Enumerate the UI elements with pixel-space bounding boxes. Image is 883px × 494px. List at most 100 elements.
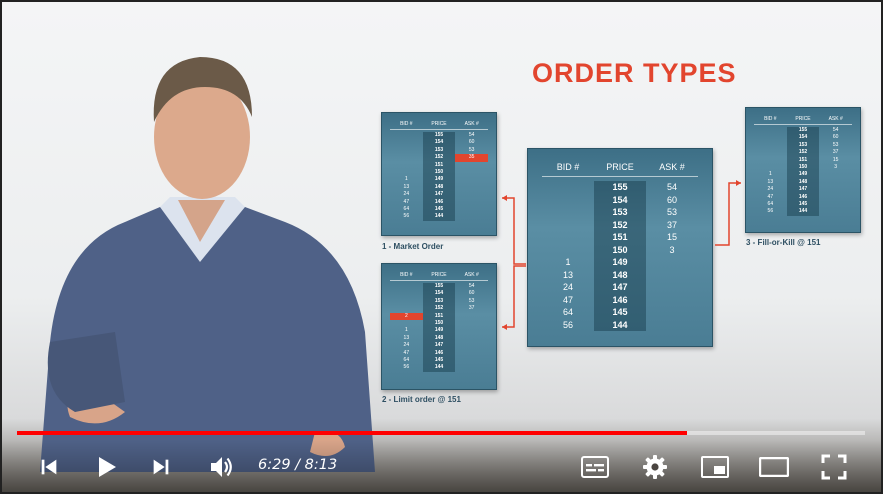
- book-row: 150 3: [542, 243, 698, 257]
- ask-cell: [455, 342, 488, 349]
- fullscreen-icon[interactable]: [818, 451, 850, 483]
- bid-cell: 64: [767, 200, 774, 207]
- arrow-to-market-order: [502, 195, 526, 265]
- book-row: 24 147: [390, 342, 488, 350]
- limit-order-book: BID # PRICE ASK # 155 54 154 60 153 53 152 37 2 1…: [381, 263, 497, 390]
- presenter-image: [40, 57, 375, 472]
- book-rows: 155 54 154 60 153 53 152 35 151 150 1 149 13 148 24 147…: [390, 132, 489, 221]
- slide-title: ORDER TYPES: [532, 58, 737, 88]
- price-cell: 145: [422, 205, 456, 214]
- price-cell: 147: [594, 281, 646, 294]
- bid-cell: [542, 219, 594, 232]
- book-row: 24 147: [754, 186, 852, 194]
- book-row: 2 151: [390, 312, 488, 320]
- ask-cell: 3: [669, 244, 675, 255]
- bid-cell: 24: [767, 186, 774, 193]
- price-cell: 155: [422, 283, 456, 291]
- ask-cell: [646, 281, 698, 294]
- ask-cell: [819, 194, 852, 201]
- play-icon[interactable]: [93, 453, 121, 481]
- ask-cell: 54: [832, 127, 839, 133]
- book-row: 1 149: [390, 327, 488, 335]
- bid-cell: 47: [403, 349, 410, 356]
- book-row: 47 146: [390, 349, 488, 357]
- ask-cell: [455, 335, 488, 342]
- book-row: 13 148: [754, 178, 852, 187]
- ask-cell: [455, 357, 488, 364]
- bid-cell: [754, 142, 787, 149]
- price-cell: 148: [422, 183, 456, 192]
- price-cell: 151: [422, 161, 456, 169]
- price-cell: 152: [422, 154, 456, 162]
- ask-cell: [646, 294, 698, 307]
- bid-cell: [390, 320, 423, 327]
- ask-cell: 53: [468, 146, 475, 153]
- ask-cell: [455, 184, 488, 191]
- book-row: 64 145: [542, 306, 698, 319]
- book-rows: 155 54 154 60 153 53 152 37 151 15 150 3 1 149 13 148 24…: [754, 127, 852, 216]
- video-frame[interactable]: ORDER TYPES BID # PRICE ASK # 155 54 154 60…: [2, 2, 881, 492]
- bid-header: BID #: [400, 121, 413, 127]
- bid-cell: 64: [403, 205, 410, 212]
- book-row: 151 15: [542, 231, 698, 244]
- price-header: PRICE: [431, 121, 447, 127]
- price-cell: 145: [786, 200, 820, 209]
- bid-cell: 1: [768, 171, 772, 178]
- subtitles-icon[interactable]: [579, 452, 611, 482]
- ask-cell: 3: [834, 163, 838, 170]
- ask-cell: [455, 213, 488, 220]
- book-row: 13 148: [542, 268, 698, 281]
- price-cell: 145: [594, 306, 646, 319]
- skip-previous-icon[interactable]: [36, 454, 62, 480]
- bid-cell: 1: [565, 257, 571, 267]
- book-row: 1 149: [390, 176, 488, 184]
- price-cell: 153: [786, 141, 820, 150]
- book-row: 152 37: [542, 218, 698, 232]
- bid-cell: 24: [403, 342, 410, 349]
- ask-cell: [819, 201, 852, 208]
- price-cell: 152: [786, 149, 820, 157]
- price-cell: 153: [422, 297, 456, 306]
- bid-cell: [754, 164, 787, 171]
- book-row: 154 60: [390, 290, 488, 298]
- bid-cell: [754, 157, 787, 164]
- theater-mode-icon[interactable]: [757, 452, 791, 482]
- ask-cell: [455, 191, 488, 198]
- book-rows: 155 54 154 60 153 53 152 37 2 151 150 1 149 13 148 24 14…: [390, 283, 488, 372]
- ask-cell: [646, 319, 698, 332]
- bid-cell: [542, 181, 594, 194]
- ask-cell: 53: [666, 207, 677, 217]
- ask-cell: 53: [832, 141, 839, 148]
- ask-cell: [819, 179, 852, 186]
- volume-icon[interactable]: [206, 452, 236, 482]
- book-row: 150: [390, 168, 488, 177]
- ask-cell: [455, 206, 488, 213]
- price-cell: 146: [422, 349, 456, 357]
- bid-cell: 13: [767, 178, 774, 185]
- gear-icon[interactable]: [639, 451, 671, 483]
- bid-cell: [542, 194, 594, 207]
- book-header: BID # PRICE ASK #: [542, 159, 698, 177]
- progress-bar[interactable]: [17, 431, 865, 435]
- ask-cell: [455, 327, 488, 334]
- time-display: 6:29 / 8:13: [258, 457, 338, 473]
- ask-cell: [455, 176, 488, 183]
- ask-cell: 35: [455, 154, 489, 162]
- price-cell: 149: [594, 256, 646, 269]
- book-row: 13 148: [390, 183, 488, 192]
- bid-cell: [390, 147, 423, 154]
- book-row: 155 54: [542, 181, 698, 194]
- bid-header: BID #: [764, 116, 777, 122]
- bid-cell: 24: [403, 191, 410, 198]
- bid-cell: [542, 244, 594, 257]
- ask-cell: [819, 208, 852, 215]
- bid-cell: 56: [403, 364, 410, 371]
- bid-cell: 56: [562, 319, 573, 330]
- miniplayer-icon[interactable]: [699, 452, 731, 482]
- market-order-caption: 1 - Market Order: [382, 242, 444, 251]
- skip-next-icon[interactable]: [148, 454, 174, 480]
- price-cell: 150: [422, 168, 456, 177]
- ask-cell: 60: [468, 139, 475, 146]
- price-cell: 155: [594, 181, 646, 194]
- ask-cell: 15: [666, 232, 677, 242]
